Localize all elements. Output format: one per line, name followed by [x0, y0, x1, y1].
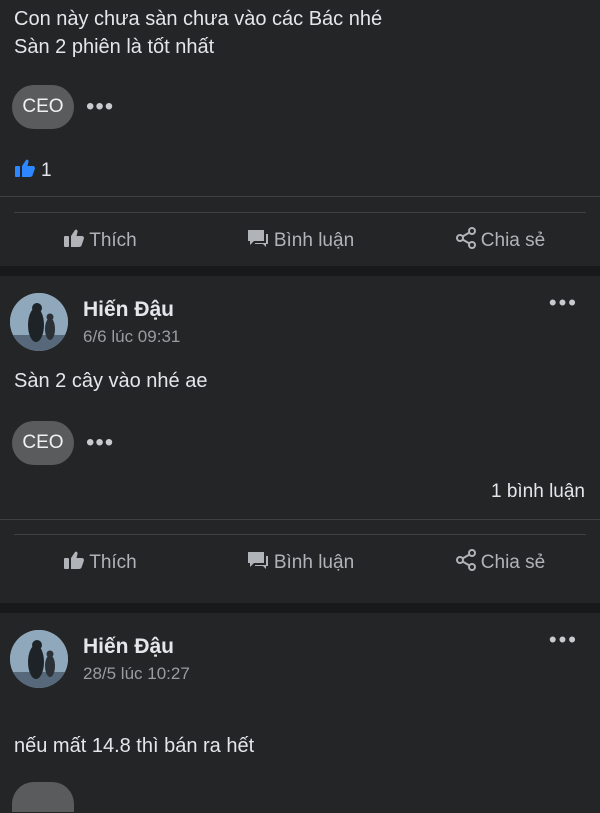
post-text: Con này chưa sàn chưa vào các Bác nhé Sà…: [0, 0, 600, 61]
author-name[interactable]: Hiến Đậu: [83, 634, 590, 660]
post-text-line: Con này chưa sàn chưa vào các Bác nhé: [14, 8, 383, 30]
penguin-avatar-image: [10, 630, 68, 688]
reaction-summary[interactable]: 1: [14, 158, 52, 183]
comment-label: Bình luận: [273, 230, 355, 251]
comment-button[interactable]: Bình luận: [200, 550, 400, 576]
divider: [0, 196, 600, 197]
penguin-avatar-image: [10, 293, 68, 351]
comment-label: Bình luận: [273, 552, 355, 573]
share-button[interactable]: Chia sẻ: [400, 549, 600, 577]
share-label: Chia sẻ: [480, 230, 546, 251]
tag-chip[interactable]: [12, 782, 74, 812]
thumbs-up-icon: [63, 228, 89, 254]
post-options-button[interactable]: •••: [549, 292, 578, 314]
like-label: Thích: [89, 230, 137, 251]
comment-button[interactable]: Bình luận: [200, 228, 400, 254]
author-name[interactable]: Hiến Đậu: [83, 297, 590, 323]
share-icon: [455, 549, 481, 577]
like-button[interactable]: Thích: [0, 550, 200, 576]
post-text-line: Sàn 2 phiên là tốt nhất: [14, 36, 215, 58]
like-reaction-icon: [14, 158, 36, 183]
like-count: 1: [41, 159, 52, 181]
post-timestamp[interactable]: 28/5 lúc 10:27: [83, 664, 590, 684]
comment-icon: [246, 550, 274, 576]
author-avatar[interactable]: [10, 293, 68, 351]
share-icon: [455, 227, 481, 255]
more-tags-button[interactable]: •••: [86, 429, 114, 457]
author-avatar[interactable]: [10, 630, 68, 688]
comment-count[interactable]: 1 bình luận: [491, 481, 585, 503]
share-label: Chia sẻ: [480, 552, 546, 573]
thumbs-up-icon: [63, 550, 89, 576]
post-3: Hiến Đậu 28/5 lúc 10:27 ••• nếu mất 14.8…: [0, 613, 600, 813]
post-2: Hiến Đậu 6/6 lúc 09:31 ••• Sàn 2 cây vào…: [0, 276, 600, 603]
comment-icon: [246, 228, 274, 254]
like-button[interactable]: Thích: [0, 228, 200, 254]
ceo-tag-chip[interactable]: CEO: [12, 421, 74, 465]
post-text: Sàn 2 cây vào nhé ae: [14, 370, 208, 392]
post-options-button[interactable]: •••: [549, 629, 578, 651]
more-tags-button[interactable]: •••: [86, 93, 114, 121]
like-label: Thích: [89, 552, 137, 573]
post-text: nếu mất 14.8 thì bán ra hết: [14, 735, 255, 757]
post-timestamp[interactable]: 6/6 lúc 09:31: [83, 327, 590, 347]
post-1: Con này chưa sàn chưa vào các Bác nhé Sà…: [0, 0, 600, 266]
ceo-tag-chip[interactable]: CEO: [12, 85, 74, 129]
share-button[interactable]: Chia sẻ: [400, 227, 600, 255]
feed-separator: [0, 603, 600, 613]
divider: [0, 519, 600, 520]
